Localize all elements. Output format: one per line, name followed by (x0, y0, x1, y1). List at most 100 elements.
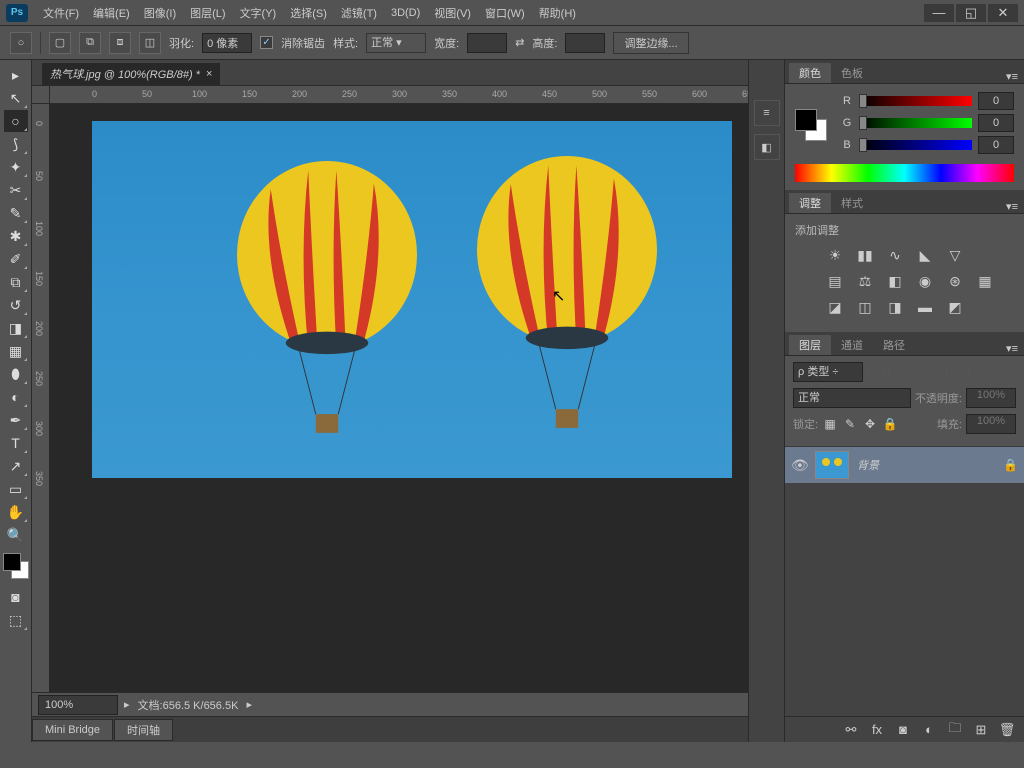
tab-toggle-icon[interactable]: ▸ (4, 64, 28, 86)
tab-adjustments[interactable]: 调整 (789, 193, 831, 213)
vibrance-icon[interactable]: ▽ (945, 246, 965, 264)
filter-smart-icon[interactable] (951, 364, 969, 380)
type-tool[interactable]: T (4, 432, 28, 454)
menu-file[interactable]: 文件(F) (36, 5, 86, 21)
intersect-selection-icon[interactable]: ◫ (139, 32, 161, 54)
history-brush-tool[interactable]: ↺ (4, 294, 28, 316)
minimize-button[interactable]: — (924, 4, 954, 22)
history-icon[interactable]: ≡ (754, 100, 780, 126)
antialias-checkbox[interactable]: ✓ (260, 36, 273, 49)
zoom-level[interactable]: 100% (38, 695, 118, 715)
fill-input[interactable]: 100% (966, 414, 1016, 434)
filter-type-icon[interactable] (909, 364, 927, 380)
subtract-selection-icon[interactable]: ⧈ (109, 32, 131, 54)
gradient-map-icon[interactable]: ▬ (915, 298, 935, 316)
crop-tool[interactable]: ✂ (4, 179, 28, 201)
quickmask-tool[interactable]: ◙ (4, 586, 28, 608)
tab-close-icon[interactable]: × (206, 68, 212, 80)
tab-color[interactable]: 颜色 (789, 63, 831, 83)
properties-icon[interactable]: ◧ (754, 134, 780, 160)
brush-tool[interactable]: ✐ (4, 248, 28, 270)
menu-image[interactable]: 图像(I) (137, 5, 183, 21)
lock-all-icon[interactable]: 🔒 (882, 416, 898, 432)
bw-icon[interactable]: ◧ (885, 272, 905, 290)
layers-panel-menu-icon[interactable]: ▾≡ (1000, 342, 1024, 355)
menu-type[interactable]: 文字(Y) (233, 5, 284, 21)
b-value[interactable]: 0 (978, 136, 1014, 154)
lasso-tool[interactable]: ⟆ (4, 133, 28, 155)
zoom-tool[interactable]: 🔍 (4, 524, 28, 546)
delete-layer-icon[interactable]: 🗑 (998, 721, 1016, 739)
posterize-icon[interactable]: ◫ (855, 298, 875, 316)
foreground-color[interactable] (3, 553, 21, 571)
add-selection-icon[interactable]: ⧉ (79, 32, 101, 54)
layer-row[interactable]: 👁 背景 🔒 (785, 447, 1024, 483)
tab-swatches[interactable]: 色板 (831, 63, 873, 83)
color-preview[interactable] (795, 109, 827, 141)
hue-icon[interactable]: ▤ (825, 272, 845, 290)
tab-paths[interactable]: 路径 (873, 335, 915, 355)
wand-tool[interactable]: ✦ (4, 156, 28, 178)
balance-icon[interactable]: ⚖ (855, 272, 875, 290)
width-input[interactable] (467, 33, 507, 53)
gradient-tool[interactable]: ▦ (4, 340, 28, 362)
menu-help[interactable]: 帮助(H) (532, 5, 583, 21)
ruler-origin[interactable] (32, 86, 50, 104)
link-layers-icon[interactable]: ⚯ (842, 721, 860, 739)
tab-styles[interactable]: 样式 (831, 193, 873, 213)
filter-pixel-icon[interactable] (867, 364, 885, 380)
color-swatch[interactable] (3, 553, 29, 579)
healing-tool[interactable]: ✱ (4, 225, 28, 247)
document-tab[interactable]: 热气球.jpg @ 100%(RGB/8#) * × (42, 63, 220, 85)
menu-select[interactable]: 选择(S) (283, 5, 334, 21)
menu-view[interactable]: 视图(V) (427, 5, 478, 21)
tab-channels[interactable]: 通道 (831, 335, 873, 355)
lock-position-icon[interactable]: ✥ (862, 416, 878, 432)
layer-thumbnail[interactable] (815, 451, 849, 479)
blur-tool[interactable]: ⬮ (4, 363, 28, 385)
menu-layer[interactable]: 图层(L) (183, 5, 232, 21)
g-value[interactable]: 0 (978, 114, 1014, 132)
new-selection-icon[interactable]: ▢ (49, 32, 71, 54)
canvas[interactable]: ↖ (92, 121, 732, 478)
shape-tool[interactable]: ▭ (4, 478, 28, 500)
r-value[interactable]: 0 (978, 92, 1014, 110)
pen-tool[interactable]: ✒ (4, 409, 28, 431)
blend-mode-select[interactable]: 正常 (793, 388, 911, 408)
dodge-tool[interactable]: ◐ (4, 386, 28, 408)
color-panel-menu-icon[interactable]: ▾≡ (1000, 70, 1024, 83)
tab-timeline[interactable]: 时间轴 (114, 719, 173, 741)
close-button[interactable]: ✕ (988, 4, 1018, 22)
ruler-horizontal[interactable]: 0 50 100 150 200 250 300 350 400 450 500… (50, 86, 748, 104)
layer-name[interactable]: 背景 (857, 457, 995, 473)
lock-pixels-icon[interactable]: ✎ (842, 416, 858, 432)
path-tool[interactable]: ↗ (4, 455, 28, 477)
style-select[interactable]: 正常 ▾ (366, 33, 426, 53)
layer-fx-icon[interactable]: fx (868, 721, 886, 739)
levels-icon[interactable]: ▮▮ (855, 246, 875, 264)
brightness-icon[interactable]: ☀ (825, 246, 845, 264)
eyedropper-tool[interactable]: ✎ (4, 202, 28, 224)
exposure-icon[interactable]: ◣ (915, 246, 935, 264)
height-input[interactable] (565, 33, 605, 53)
filter-adjust-icon[interactable] (888, 364, 906, 380)
stamp-tool[interactable]: ⧉ (4, 271, 28, 293)
menu-filter[interactable]: 滤镜(T) (334, 5, 384, 21)
refine-edge-button[interactable]: 调整边缘... (613, 32, 688, 54)
photo-filter-icon[interactable]: ◉ (915, 272, 935, 290)
ruler-vertical[interactable]: 0 50 100 150 200 250 300 350 (32, 104, 50, 692)
tool-preset-icon[interactable]: ○ (10, 32, 32, 54)
lock-transparency-icon[interactable]: ▦ (822, 416, 838, 432)
opacity-input[interactable]: 100% (966, 388, 1016, 408)
maximize-button[interactable]: ◱ (956, 4, 986, 22)
threshold-icon[interactable]: ◨ (885, 298, 905, 316)
menu-window[interactable]: 窗口(W) (478, 5, 532, 21)
screenmode-tool[interactable]: ⬚ (4, 609, 28, 631)
invert-icon[interactable]: ◪ (825, 298, 845, 316)
hand-tool[interactable]: ✋ (4, 501, 28, 523)
move-tool[interactable]: ↖ (4, 87, 28, 109)
visibility-icon[interactable]: 👁 (791, 457, 807, 474)
swap-icon[interactable]: ⇄ (515, 36, 524, 49)
spectrum-bar[interactable] (795, 164, 1014, 182)
eraser-tool[interactable]: ◨ (4, 317, 28, 339)
